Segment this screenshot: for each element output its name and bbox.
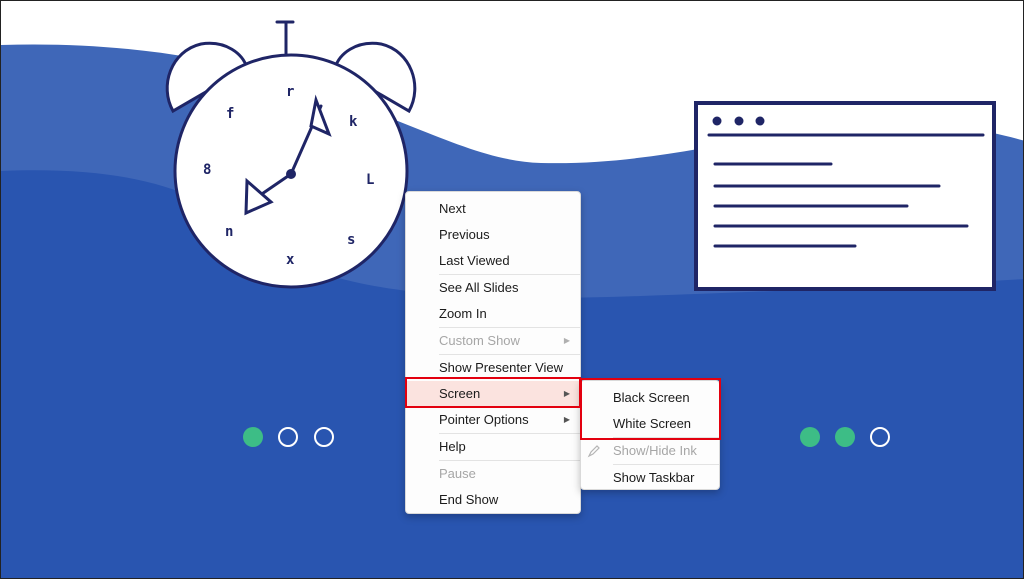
svg-text:8: 8 xyxy=(203,162,211,178)
menu-item-see-all-slides[interactable]: See All Slides xyxy=(406,275,580,301)
svg-text:r: r xyxy=(286,84,294,100)
dot-filled xyxy=(835,427,855,447)
menu-item-end-show[interactable]: End Show xyxy=(406,487,580,513)
svg-text:n: n xyxy=(225,224,233,240)
pen-icon xyxy=(587,445,600,458)
submenu-item-white-screen[interactable]: White Screen xyxy=(581,411,719,437)
svg-text:L: L xyxy=(366,172,374,188)
alarm-clock-illustration: r k L s x n 8 f xyxy=(165,20,417,289)
menu-item-label: Help xyxy=(439,439,466,454)
svg-text:f: f xyxy=(226,106,234,122)
menu-item-label: Show Taskbar xyxy=(613,470,695,485)
menu-item-pointer-options[interactable]: Pointer Options ▶ xyxy=(406,407,580,433)
screen-submenu: Black Screen White Screen Show/Hide Ink … xyxy=(580,380,720,490)
menu-item-label: Show/Hide Ink xyxy=(613,443,697,458)
svg-text:k: k xyxy=(349,114,358,130)
submenu-item-show-hide-ink[interactable]: Show/Hide Ink xyxy=(581,438,719,464)
menu-item-pause[interactable]: Pause xyxy=(406,461,580,487)
menu-item-label: White Screen xyxy=(613,416,692,431)
menu-item-label: Last Viewed xyxy=(439,253,510,268)
menu-item-previous[interactable]: Previous xyxy=(406,222,580,248)
slideshow-context-menu: Next Previous Last Viewed See All Slides… xyxy=(405,191,581,514)
dot-outline xyxy=(314,427,334,447)
dot-outline xyxy=(278,427,298,447)
menu-item-label: Pause xyxy=(439,466,476,481)
menu-item-zoom-in[interactable]: Zoom In xyxy=(406,301,580,327)
menu-item-label: Custom Show xyxy=(439,333,520,348)
menu-item-label: Previous xyxy=(439,227,490,242)
menu-item-screen[interactable]: Screen ▶ xyxy=(406,381,580,407)
menu-item-help[interactable]: Help xyxy=(406,434,580,460)
menu-item-last-viewed[interactable]: Last Viewed xyxy=(406,248,580,274)
dot-outline xyxy=(870,427,890,447)
chevron-right-icon: ▶ xyxy=(563,415,570,424)
menu-item-show-presenter-view[interactable]: Show Presenter View xyxy=(406,355,580,381)
menu-item-label: Black Screen xyxy=(613,390,690,405)
slideshow-screen: r k L s x n 8 f Next Previous Last Viewe… xyxy=(0,0,1024,579)
svg-text:x: x xyxy=(286,252,295,268)
submenu-item-show-taskbar[interactable]: Show Taskbar xyxy=(581,465,719,491)
menu-item-label: Show Presenter View xyxy=(439,360,564,375)
menu-item-label: Pointer Options xyxy=(439,412,529,427)
chevron-right-icon: ▶ xyxy=(563,389,570,398)
menu-item-label: Next xyxy=(439,201,466,216)
dot-filled xyxy=(800,427,820,447)
svg-text:s: s xyxy=(347,232,355,248)
menu-item-next[interactable]: Next xyxy=(406,196,580,222)
submenu-item-black-screen[interactable]: Black Screen xyxy=(581,385,719,411)
browser-window-illustration xyxy=(694,101,996,291)
menu-item-custom-show[interactable]: Custom Show ▶ xyxy=(406,328,580,354)
menu-item-label: Zoom In xyxy=(439,306,487,321)
chevron-right-icon: ▶ xyxy=(563,336,570,345)
menu-item-label: End Show xyxy=(439,492,499,507)
dot-filled xyxy=(243,427,263,447)
menu-item-label: Screen xyxy=(439,386,481,401)
menu-item-label: See All Slides xyxy=(439,280,519,295)
